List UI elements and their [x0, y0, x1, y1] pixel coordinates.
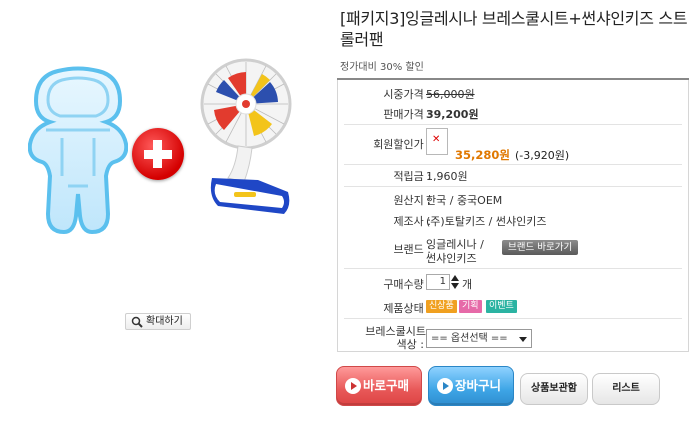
member-price-diff: (-3,920원) — [515, 149, 570, 162]
play-icon — [437, 378, 453, 394]
status-badge-plan: 기획 — [459, 300, 482, 313]
product-title: [패키지3]잉글레시나 브레스쿨시트+썬샤인키즈 스트롤러팬 — [340, 9, 688, 49]
product-info-box: 시중가격 : 56,000원 판매가격 : 39,200원 회원할인가 : ✕ … — [337, 80, 689, 352]
list-price-label: 시중가격 : — [383, 88, 431, 101]
origin-value: 한국 / 중국OEM — [426, 194, 503, 207]
list-price-value: 56,000원 — [426, 88, 475, 101]
divider — [344, 186, 682, 187]
plus-icon — [132, 128, 184, 180]
divider — [344, 164, 682, 165]
divider — [344, 318, 682, 319]
maker-value: (주)토탈키즈 / 썬샤인키즈 — [426, 215, 547, 228]
points-value: 1,960원 — [426, 170, 468, 183]
quantity-label: 구매수량 : — [383, 278, 431, 291]
brand-value-line2: 썬샤인키즈 — [426, 252, 477, 265]
status-badge-new: 신상품 — [426, 300, 457, 313]
stroller-fan-image — [200, 58, 292, 214]
list-button[interactable]: 리스트 — [592, 373, 660, 405]
discount-note: 정가대비 30% 할인 — [340, 62, 424, 73]
sale-price-value: 39,200원 — [426, 108, 479, 121]
chevron-down-icon — [519, 337, 527, 342]
option-select[interactable]: == 옵션선택 == — [426, 329, 532, 348]
zoom-button[interactable]: 확대하기 — [125, 313, 191, 330]
option-label-line2: 색상 : — [396, 338, 424, 351]
seat-pad-image — [28, 66, 128, 235]
cart-label: 장바구니 — [455, 378, 502, 393]
member-price-value: 35,280원 — [455, 148, 510, 162]
add-to-cart-button[interactable]: 장바구니 — [428, 366, 514, 406]
magnifier-icon — [131, 316, 143, 328]
brand-shortcut-button[interactable]: 브랜드 바로가기 — [502, 240, 579, 255]
play-icon — [345, 378, 361, 394]
quantity-unit: 개 — [462, 278, 473, 291]
arrow-down-icon[interactable] — [451, 283, 459, 289]
quantity-input[interactable]: 1 — [426, 274, 450, 290]
broken-image-icon: ✕ — [426, 128, 448, 155]
buy-now-button[interactable]: 바로구매 — [336, 366, 422, 406]
divider — [344, 268, 682, 269]
buy-now-label: 바로구매 — [363, 378, 410, 393]
status-badge-event: 이벤트 — [486, 300, 517, 313]
quantity-stepper[interactable] — [451, 274, 459, 290]
arrow-up-icon[interactable] — [451, 275, 459, 281]
product-image — [18, 56, 308, 306]
wishlist-button[interactable]: 상품보관함 — [520, 373, 588, 405]
status-label: 제품상태 : — [383, 302, 431, 315]
sale-price-label: 판매가격 : — [383, 108, 431, 121]
member-price-label: 회원할인가 : — [373, 138, 431, 151]
zoom-label: 확대하기 — [146, 316, 183, 327]
option-select-value: == 옵션선택 == — [431, 333, 508, 344]
divider — [344, 124, 682, 125]
